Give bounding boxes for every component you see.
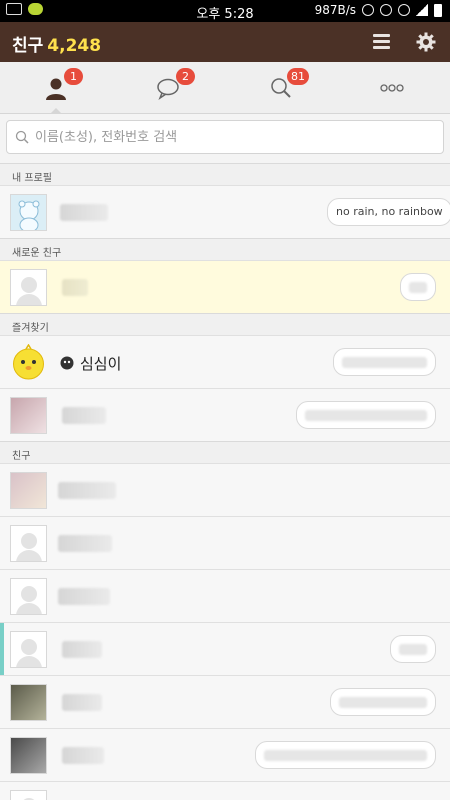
battery-icon [434,3,442,17]
avatar [10,344,47,381]
section-friends: 친구 [0,441,450,463]
avatar [10,194,47,231]
friend-name-redacted [62,747,104,764]
list-item[interactable] [0,569,450,622]
bear-avatar-icon [18,200,40,230]
status-message [390,635,436,663]
tab-friends-badge: 1 [64,68,83,85]
avatar [10,269,47,306]
tab-selected-indicator [50,108,62,114]
status-message [296,401,436,429]
friend-name-redacted [58,588,110,605]
status-message: no rain, no rainbow [327,198,450,226]
status-right-icons: 987B/s [315,3,442,17]
signal-icon [416,4,428,16]
section-favorites: 즐겨찾기 [0,313,450,335]
list-item[interactable] [0,388,450,441]
search-box [6,120,444,154]
section-new-friends: 새로운 친구 [0,238,450,260]
profile-name-redacted [60,204,108,221]
tab-friends[interactable]: 1 [0,62,112,114]
my-profile-row[interactable]: no rain, no rainbow [0,185,450,238]
avatar [10,631,47,668]
friend-name-redacted [62,407,106,424]
more-dots-icon [380,84,404,92]
network-speed: 987B/s [314,3,356,17]
list-item[interactable] [0,516,450,569]
alarm-icon [380,4,392,16]
section-my-profile: 내 프로필 [0,163,450,185]
avatar [10,737,47,774]
app-root: 오후 5:28 987B/s 친구 4,248 1 2 81 이름(초성), 전… [0,0,450,800]
friend-name-redacted [62,641,102,658]
status-message [330,688,436,716]
tab-more[interactable] [337,62,449,114]
status-message [400,273,436,301]
friend-name-redacted [62,279,88,296]
avatar [10,397,47,434]
friend-count: 4,248 [47,36,102,56]
search-input[interactable] [35,121,435,153]
avatar [10,684,47,721]
tab-chats[interactable]: 2 [112,62,224,114]
friend-name-redacted [62,694,102,711]
list-item[interactable] [0,260,450,313]
list-item[interactable] [0,622,450,676]
friend-name: 심심이 [80,355,122,373]
list-item[interactable] [0,781,450,800]
wifi-icon [398,4,410,16]
friend-name-redacted [58,482,116,499]
tab-find[interactable]: 81 [225,62,337,114]
avatar [10,578,47,615]
tab-find-badge: 81 [287,68,309,85]
page-title-label: 친구 [12,36,44,56]
status-message [255,741,436,769]
simsimi-avatar-icon [13,344,44,380]
list-item[interactable] [0,463,450,516]
friend-name-redacted [58,535,112,552]
search-icon [15,130,29,144]
page-title: 친구 4,248 [12,31,101,56]
list-item[interactable] [0,675,450,728]
status-bar: 오후 5:28 987B/s [0,0,450,22]
plus-friend-icon [60,356,74,370]
app-header: 친구 4,248 [0,22,450,62]
list-item[interactable] [0,728,450,781]
avatar [10,472,47,509]
gear-icon[interactable] [416,32,436,52]
mute-icon [362,4,374,16]
avatar [10,790,47,800]
list-item[interactable]: 심심이 [0,335,450,388]
avatar [10,525,47,562]
tab-chats-badge: 2 [176,68,195,85]
tab-bar: 1 2 81 [0,62,450,114]
menu-icon[interactable] [373,34,390,49]
status-message [333,348,436,376]
